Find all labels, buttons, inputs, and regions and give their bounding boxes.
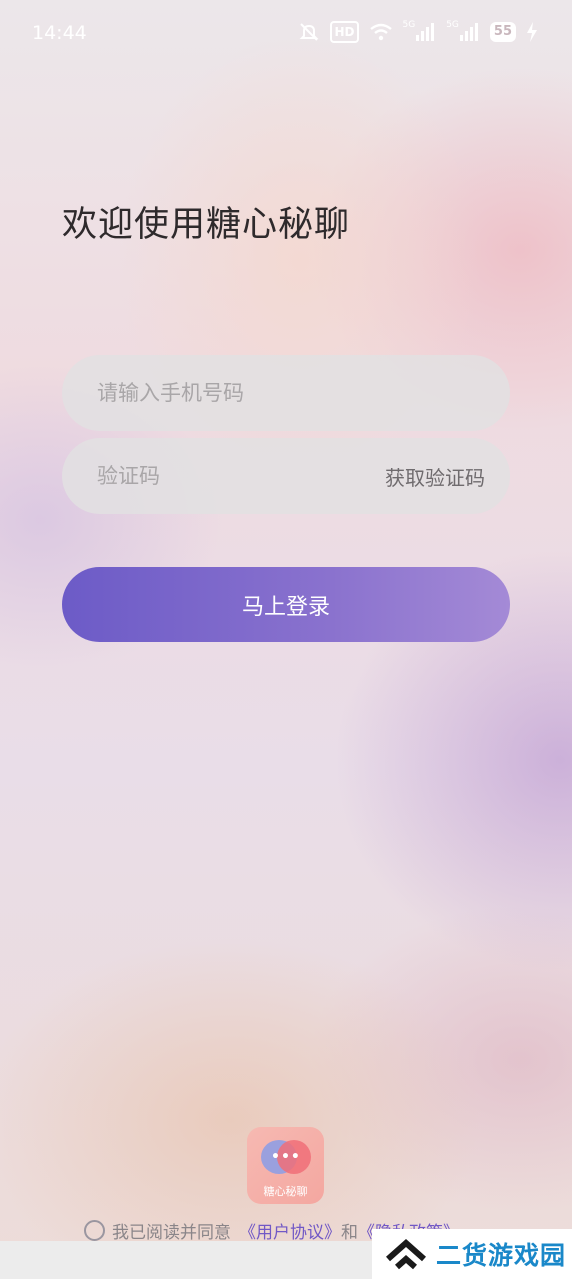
mute-bell-icon	[298, 20, 320, 44]
watermark: 二货游戏园	[372, 1229, 572, 1279]
status-icons: HD 5G 5G 55	[298, 20, 538, 44]
battery-icon: 55	[489, 22, 516, 42]
wifi-icon	[369, 20, 393, 44]
charging-icon	[526, 20, 538, 44]
signal-5g-icon: 5G	[403, 20, 437, 44]
watermark-text: 二货游戏园	[436, 1241, 567, 1270]
status-bar: 14:44 HD 5G 5G 55	[0, 0, 572, 68]
agreement-prefix: 我已阅读并同意	[112, 1222, 231, 1243]
signal-label: 5G	[446, 20, 459, 30]
get-code-button[interactable]: 获取验证码	[385, 462, 485, 491]
user-agreement-link[interactable]: 《用户协议》	[239, 1218, 341, 1243]
welcome-title: 欢迎使用糖心秘聊	[62, 205, 351, 245]
agree-checkbox[interactable]	[84, 1219, 105, 1241]
app-logo-text: 糖心秘聊	[263, 1185, 308, 1198]
status-time: 14:44	[32, 22, 87, 44]
logo-dots: •••	[271, 1149, 301, 1165]
login-button[interactable]: 马上登录	[62, 567, 510, 642]
code-field[interactable]: 获取验证码	[62, 438, 510, 514]
chevron-up-logo-icon	[384, 1237, 428, 1271]
agreement-conjunction: 和	[341, 1222, 358, 1243]
phone-input[interactable]	[95, 380, 369, 406]
verification-code-input[interactable]	[95, 463, 369, 489]
signal-label: 5G	[402, 20, 416, 30]
app-logo: ••• 糖心秘聊	[247, 1127, 324, 1204]
hd-icon: HD	[330, 21, 359, 43]
phone-field[interactable]	[62, 355, 510, 431]
signal-5g-icon: 5G	[446, 20, 480, 44]
